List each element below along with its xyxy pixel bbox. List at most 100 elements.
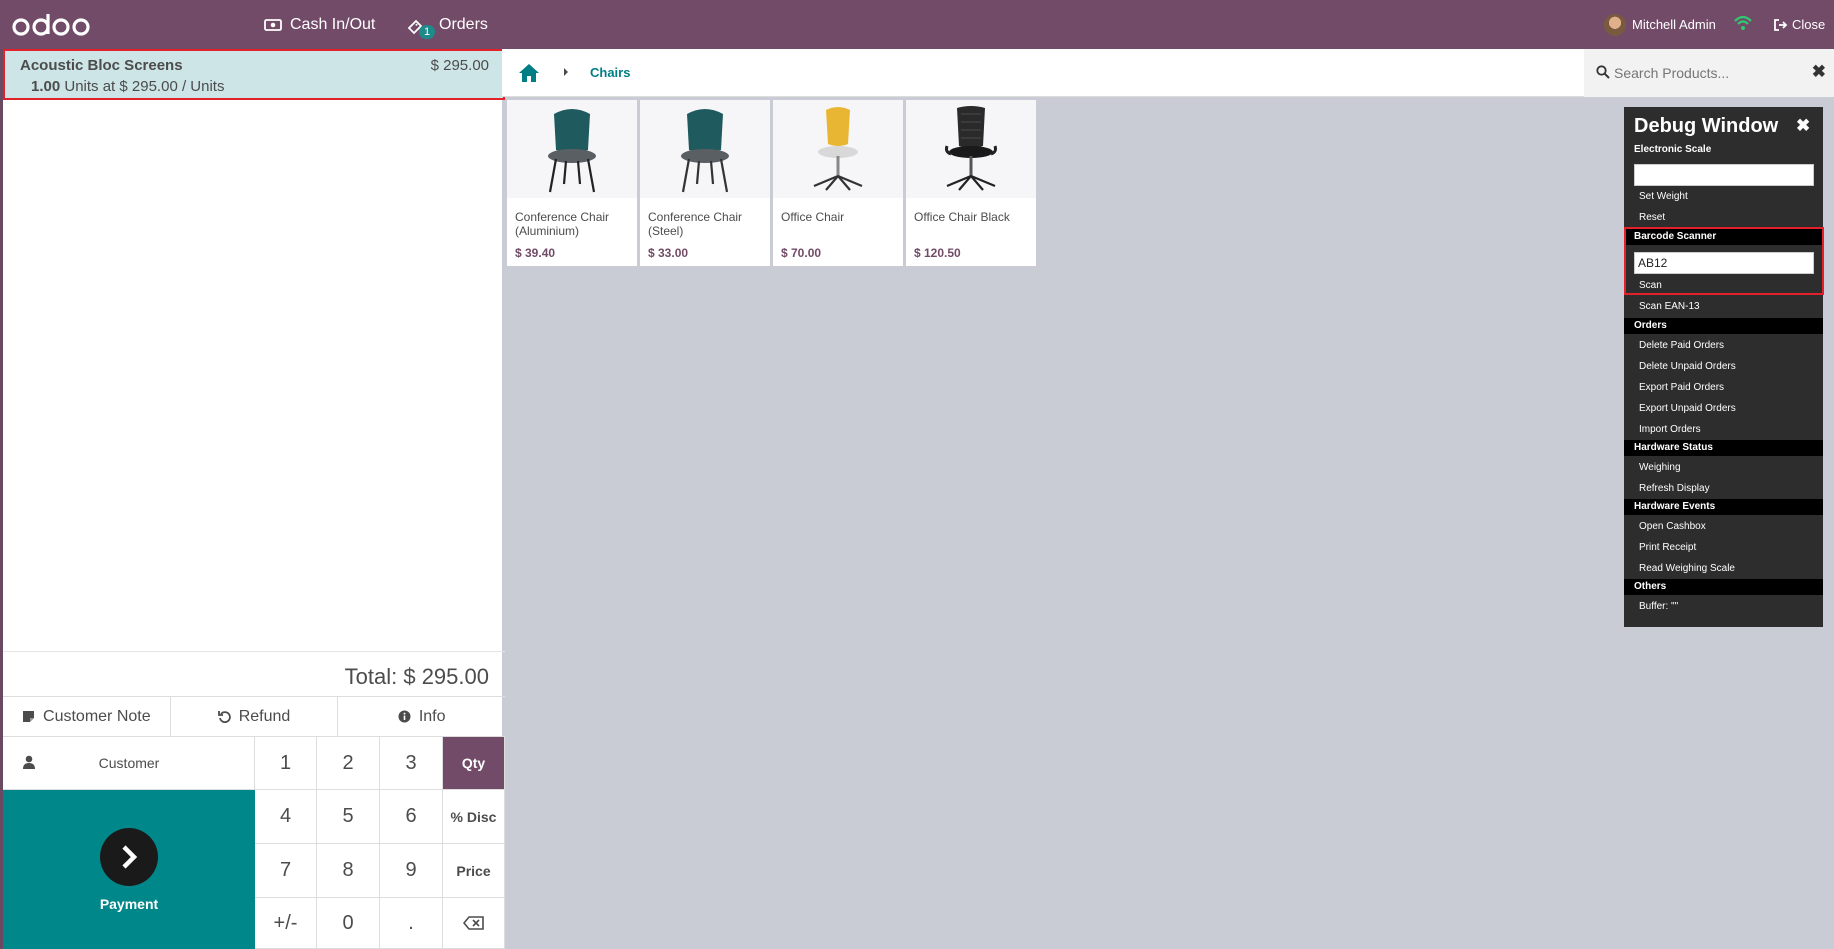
section-others: Others (1624, 579, 1823, 595)
chair-image (945, 106, 997, 191)
customer-button[interactable]: Customer (3, 737, 255, 790)
numpad-key-3[interactable]: 3 (380, 737, 443, 790)
cash-in-out-button[interactable]: Cash In/Out (264, 0, 375, 49)
set-weight-button[interactable]: Set Weight (1639, 191, 1688, 202)
order-panel: Acoustic Bloc Screens $ 295.00 1.00 Unit… (0, 49, 505, 949)
mode-discount-button[interactable]: % Disc (443, 790, 505, 844)
scan-ean13-button[interactable]: Scan EAN-13 (1639, 301, 1700, 312)
numpad-key-8[interactable]: 8 (317, 844, 380, 898)
avatar (1604, 13, 1626, 36)
breadcrumb-category[interactable]: Chairs (590, 65, 630, 80)
product-price: $ 120.50 (914, 246, 961, 260)
product-card[interactable]: Conference Chair (Steel) $ 33.00 (640, 100, 770, 266)
numpad-key-1[interactable]: 1 (255, 737, 317, 790)
order-total: Total: $ 295.00 (344, 664, 489, 689)
numpad-area: Customer Payment 1 2 3 Qty 4 5 6 % Disc … (3, 737, 505, 949)
info-button[interactable]: Info (338, 697, 505, 736)
debug-window-title: Debug Window (1634, 115, 1779, 137)
export-paid-orders-button[interactable]: Export Paid Orders (1639, 382, 1724, 393)
product-card[interactable]: Office Chair Black $ 120.50 (906, 100, 1036, 266)
weighing-button[interactable]: Weighing (1639, 462, 1681, 473)
info-icon (398, 710, 411, 723)
numpad-key-6[interactable]: 6 (380, 790, 443, 844)
buffer-value: Buffer: "" (1639, 601, 1679, 612)
clear-search-icon[interactable]: ✖ (1812, 62, 1826, 82)
search-bar: ✖ (1584, 49, 1834, 97)
numpad-key-decimal[interactable]: . (380, 898, 443, 949)
chevron-right-icon (122, 845, 138, 869)
read-weighing-scale-button[interactable]: Read Weighing Scale (1639, 563, 1735, 574)
product-list: Conference Chair (Aluminium) $ 39.40 Con… (507, 100, 1036, 266)
weight-input[interactable] (1634, 164, 1814, 186)
order-line-product: Acoustic Bloc Screens (20, 57, 183, 74)
close-button[interactable]: Close (1773, 0, 1825, 49)
home-icon[interactable] (518, 63, 540, 83)
mode-qty-button[interactable]: Qty (443, 737, 505, 790)
product-price: $ 39.40 (515, 246, 556, 260)
undo-icon (217, 711, 231, 723)
delete-paid-orders-button[interactable]: Delete Paid Orders (1639, 340, 1724, 351)
payment-button[interactable]: Payment (3, 790, 255, 949)
numpad-key-5[interactable]: 5 (317, 790, 380, 844)
numpad-key-0[interactable]: 0 (317, 898, 380, 949)
import-orders-button[interactable]: Import Orders (1639, 424, 1701, 435)
breadcrumb: Chairs ✖ (502, 49, 1834, 97)
delete-unpaid-orders-button[interactable]: Delete Unpaid Orders (1639, 361, 1736, 372)
print-receipt-button[interactable]: Print Receipt (1639, 542, 1696, 553)
chair-image (548, 109, 596, 193)
customer-note-button[interactable]: Customer Note (3, 697, 171, 736)
wifi-icon (1734, 15, 1752, 30)
reset-button[interactable]: Reset (1639, 212, 1665, 223)
close-icon[interactable]: ✖ (1796, 116, 1810, 136)
product-name: Conference Chair (Aluminium) (515, 210, 610, 238)
mode-price-button[interactable]: Price (443, 844, 505, 898)
orders-button[interactable]: 1 Orders (407, 0, 488, 49)
close-label: Close (1792, 17, 1826, 32)
money-icon (264, 18, 282, 31)
section-hardware-status: Hardware Status (1624, 440, 1823, 456)
order-line[interactable]: Acoustic Bloc Screens $ 295.00 1.00 Unit… (3, 49, 505, 100)
search-icon (1596, 65, 1610, 79)
product-card[interactable]: Office Chair $ 70.00 (773, 100, 903, 266)
sign-out-icon (1774, 18, 1788, 31)
numpad-key-2[interactable]: 2 (317, 737, 380, 790)
numpad-key-9[interactable]: 9 (380, 844, 443, 898)
section-orders: Orders (1624, 318, 1823, 334)
numpad-backspace-button[interactable] (443, 898, 505, 949)
payment-label: Payment (99, 896, 159, 912)
chevron-right-icon (564, 68, 568, 76)
order-total-section: Total: $ 295.00 (3, 651, 505, 697)
orders-icon-wrap: 1 (407, 15, 436, 39)
debug-window: Debug Window ✖ Electronic Scale Set Weig… (1624, 107, 1823, 627)
numpad: 1 2 3 Qty 4 5 6 % Disc 7 8 9 Price +/- 0… (255, 737, 505, 949)
order-line-detail: 1.00 Units at $ 295.00 / Units (31, 78, 224, 95)
user-menu[interactable]: Mitchell Admin (1604, 0, 1716, 49)
cash-in-out-label: Cash In/Out (290, 15, 376, 33)
search-input[interactable] (1614, 59, 1794, 87)
section-electronic-scale: Electronic Scale (1634, 144, 1712, 155)
product-name: Conference Chair (Steel) (648, 210, 743, 238)
numpad-key-7[interactable]: 7 (255, 844, 317, 898)
sticky-note-icon (23, 711, 35, 722)
export-unpaid-orders-button[interactable]: Export Unpaid Orders (1639, 403, 1736, 414)
product-name: Office Chair Black (914, 210, 1010, 224)
odoo-logo[interactable] (12, 12, 90, 40)
refund-button[interactable]: Refund (171, 697, 339, 736)
product-card[interactable]: Conference Chair (Aluminium) $ 39.40 (507, 100, 637, 266)
user-name: Mitchell Admin (1632, 17, 1716, 32)
refund-label: Refund (238, 707, 291, 725)
chair-image (681, 109, 729, 193)
open-cashbox-button[interactable]: Open Cashbox (1639, 521, 1706, 532)
order-line-price: $ 295.00 (430, 57, 489, 74)
orders-label: Orders (439, 15, 488, 33)
control-buttons: Customer Note Refund Info (3, 696, 505, 737)
numpad-key-4[interactable]: 4 (255, 790, 317, 844)
numpad-key-sign[interactable]: +/- (255, 898, 317, 949)
product-price: $ 70.00 (781, 246, 822, 260)
top-bar: Cash In/Out 1 Orders Mitchell Admin Clos… (0, 0, 1834, 49)
order-line-qty: 1.00 (31, 78, 61, 95)
product-image (906, 100, 1036, 198)
orders-badge: 1 (419, 24, 436, 39)
chair-image (813, 107, 863, 191)
refresh-display-button[interactable]: Refresh Display (1639, 483, 1710, 494)
